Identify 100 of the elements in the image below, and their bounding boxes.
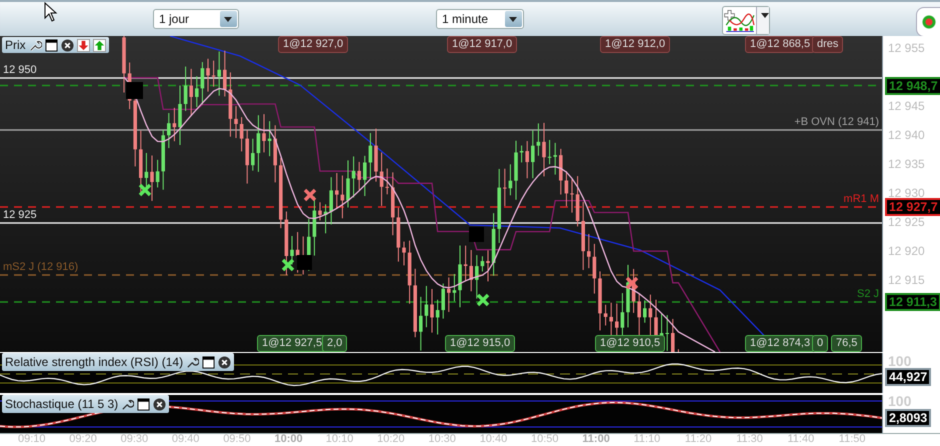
candlestick — [508, 164, 512, 196]
time-label: 10:50 — [531, 433, 559, 446]
candlestick — [581, 201, 585, 270]
window-icon[interactable] — [44, 38, 58, 52]
axis-label: 12 930 — [888, 186, 925, 200]
candlestick — [486, 250, 490, 282]
candlestick — [150, 155, 154, 202]
indicator-menu-button[interactable] — [722, 6, 770, 35]
up-arrow-icon[interactable] — [92, 38, 106, 52]
order-tag[interactable]: 76,5 — [831, 335, 862, 352]
order-tag[interactable]: 1@12 868,5 — [745, 36, 816, 53]
wrench-icon[interactable] — [186, 356, 200, 368]
candlestick — [396, 207, 400, 262]
window-icon[interactable] — [137, 398, 150, 410]
candlestick — [592, 243, 596, 294]
axis-label: 12 935 — [888, 157, 925, 171]
candlestick — [245, 129, 249, 184]
candlestick — [615, 303, 619, 337]
cross-marker — [303, 188, 317, 202]
order-tag[interactable]: 2,0 — [322, 335, 348, 352]
candlestick — [576, 176, 580, 227]
order-tag[interactable]: 1@12 910,5 — [595, 335, 666, 352]
candlestick — [352, 156, 356, 198]
candlestick — [184, 66, 188, 112]
candlestick — [464, 245, 468, 282]
close-icon[interactable] — [153, 398, 166, 410]
wrench-icon[interactable] — [121, 398, 134, 410]
price-badge: 12 911,3 — [885, 293, 940, 311]
level-label: S2 J — [856, 288, 879, 301]
order-tag[interactable]: 1@12 927,0 — [278, 36, 348, 53]
window-icon[interactable] — [202, 356, 216, 368]
candlestick — [587, 233, 591, 269]
candlestick — [161, 129, 165, 190]
order-tag[interactable]: 0 — [812, 335, 828, 352]
cross-marker — [138, 183, 152, 197]
level-label: +B OVN (12 941) — [794, 116, 879, 129]
candlestick — [206, 58, 210, 92]
candlestick — [413, 268, 417, 338]
candlestick — [212, 60, 216, 88]
caret-icon — [220, 11, 237, 27]
axis-label: 12 945 — [888, 99, 925, 113]
period-select[interactable]: 1 jour — [153, 9, 239, 29]
value-badge: 2,8093 — [885, 409, 932, 427]
order-tag[interactable]: 1@12 912,0 — [600, 36, 670, 53]
level-label: 12 950 — [3, 64, 37, 77]
level-label: mR1 M — [844, 193, 879, 206]
candlestick — [503, 168, 507, 207]
time-label: 10:40 — [480, 433, 508, 446]
candlestick — [559, 148, 563, 195]
candlestick — [374, 128, 378, 182]
down-arrow-icon[interactable] — [76, 38, 90, 52]
candlestick — [172, 107, 176, 142]
candlestick — [200, 62, 204, 106]
panel-title: Relative strength index (RSI) (14) — [5, 355, 184, 369]
candlestick — [380, 152, 384, 206]
candlestick — [514, 140, 518, 200]
candlestick — [525, 140, 529, 179]
candlestick — [436, 299, 440, 335]
order-tag[interactable]: 1@12 915,0 — [445, 335, 516, 352]
close-icon[interactable] — [60, 38, 74, 52]
candlestick — [430, 288, 434, 334]
candlestick — [279, 157, 283, 229]
square-marker — [297, 255, 312, 270]
order-tag[interactable]: dres — [812, 36, 844, 53]
caret-icon — [756, 7, 769, 34]
candlestick — [402, 241, 406, 266]
square-marker — [469, 227, 484, 242]
interval-select[interactable]: 1 minute — [436, 9, 524, 29]
time-label: 09:10 — [18, 433, 46, 446]
candlestick — [312, 196, 316, 256]
candlestick — [548, 139, 552, 165]
candlestick — [290, 236, 294, 266]
level-label: 12 925 — [3, 209, 37, 222]
candlestick — [458, 245, 462, 308]
order-tag[interactable]: 1@12 874,3 — [745, 335, 816, 352]
candlestick — [520, 145, 524, 163]
square-marker — [126, 82, 143, 99]
candlestick — [363, 155, 367, 197]
candlestick — [340, 175, 344, 219]
candlestick — [643, 300, 647, 324]
axis-label: 12 915 — [888, 273, 925, 287]
candlestick — [441, 283, 445, 320]
candlestick — [570, 178, 574, 214]
candlestick — [553, 142, 557, 176]
candlestick — [156, 159, 160, 188]
candlestick — [223, 50, 227, 97]
time-label: 09:30 — [120, 433, 148, 446]
close-icon[interactable] — [218, 356, 232, 368]
candlestick — [648, 294, 652, 336]
time-label: 11:30 — [736, 433, 763, 446]
candlestick — [424, 285, 428, 328]
time-label: 09:50 — [223, 433, 251, 446]
axis-label: 12 925 — [888, 215, 925, 229]
candlestick — [251, 138, 255, 172]
time-label: 09:40 — [172, 433, 200, 446]
candlestick — [626, 264, 630, 328]
candlestick — [385, 168, 389, 195]
candlestick — [564, 170, 568, 207]
order-tag[interactable]: 1@12 917,0 — [447, 36, 518, 53]
candlestick — [408, 240, 412, 304]
